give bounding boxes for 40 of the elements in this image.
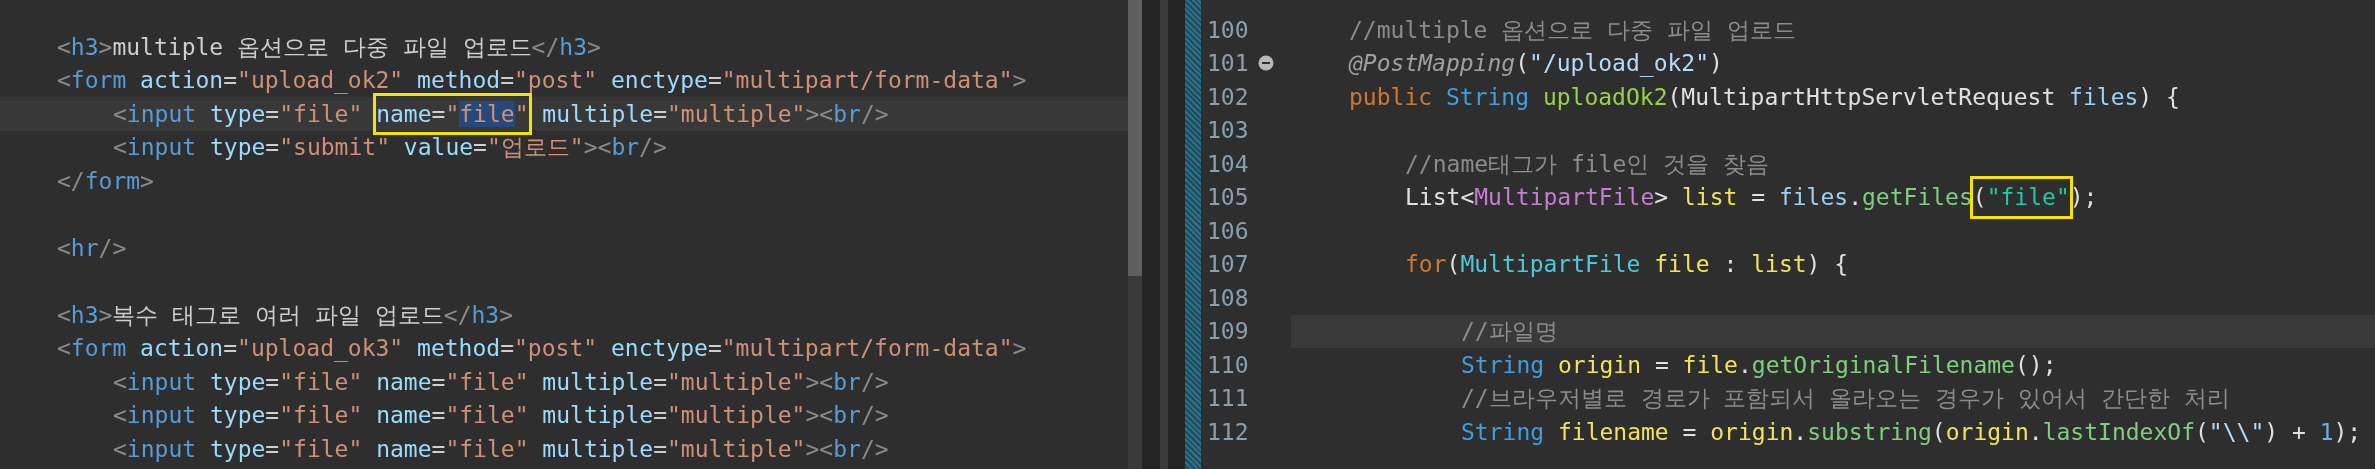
highlighted-code: name="file"	[376, 95, 529, 132]
line-number: 111	[1206, 384, 1250, 413]
code-text: public String uploadOk2(MultipartHttpServletRequest files) {	[1349, 82, 2180, 112]
code-text: //브라우저별로 경로가 포함되서 올라오는 경우가 있어서 간단한 처리	[1461, 384, 2230, 413]
code-text: //name태그가 file인 것을 찾음	[1405, 149, 1769, 179]
line-number: 104	[1206, 149, 1250, 179]
line-number: 109	[1206, 317, 1250, 346]
code-text: <input type="file" name="file" multiple="multiple"><br/>	[113, 401, 889, 430]
line-number: 108	[1206, 283, 1250, 313]
code-text: <input type="file"	[113, 99, 364, 129]
line-number: 101	[1206, 49, 1250, 78]
code-text: <form action="upload_ok3" method="post" enctype="multipart/form-data">	[57, 334, 1027, 364]
code-text: String origin = file.getOriginalFilename();	[1461, 350, 2057, 380]
code-text: //multiple 옵션으로 다중 파일 업로드	[1349, 15, 1796, 45]
line-number: 100	[1206, 15, 1250, 45]
line-number: 102	[1206, 82, 1250, 112]
code-text: <hr/>	[57, 233, 127, 263]
code-text: //파일명	[1461, 317, 1558, 346]
code-text: );	[2069, 183, 2098, 212]
code-text: for(MultipartFile file : list) {	[1405, 250, 1849, 279]
code-text: List<MultipartFile> list = files.getFiles	[1405, 183, 1973, 212]
code-text: <h3>multiple 옵션으로 다중 파일 업로드</h3>	[57, 32, 601, 62]
code-text: <input type="file" name="file" multiple="multiple"><br/>	[113, 434, 889, 464]
scrollbar-thumb[interactable]	[1128, 0, 1142, 276]
code-text: <input type="file" name="file" multiple="multiple"><br/>	[113, 367, 889, 397]
line-number: 112	[1206, 417, 1250, 447]
line-number: 107	[1206, 250, 1250, 279]
line-number: 106	[1206, 216, 1250, 246]
line-number: 103	[1206, 116, 1250, 145]
code-text: </form>	[57, 166, 154, 196]
code-text: multiple="multiple"><br/>	[541, 99, 889, 129]
code-text: <h3>복수 태그로 여러 파일 업로드</h3>	[57, 300, 514, 330]
line-number: 110	[1206, 350, 1250, 380]
code-text: <form action="upload_ok2" method="post" enctype="multipart/form-data">	[57, 66, 1027, 96]
collapse-icon[interactable]	[1258, 55, 1274, 72]
code-text: @PostMapping("/upload_ok2")	[1349, 49, 1723, 79]
code-text: String filename = origin.substring(origin.lastIndexOf("\\") + 1);	[1461, 417, 2362, 447]
code-text: <input type="submit" value="업로드"><br/>	[113, 133, 667, 162]
line-number: 105	[1206, 183, 1250, 212]
highlighted-code: ("file"	[1972, 179, 2070, 216]
